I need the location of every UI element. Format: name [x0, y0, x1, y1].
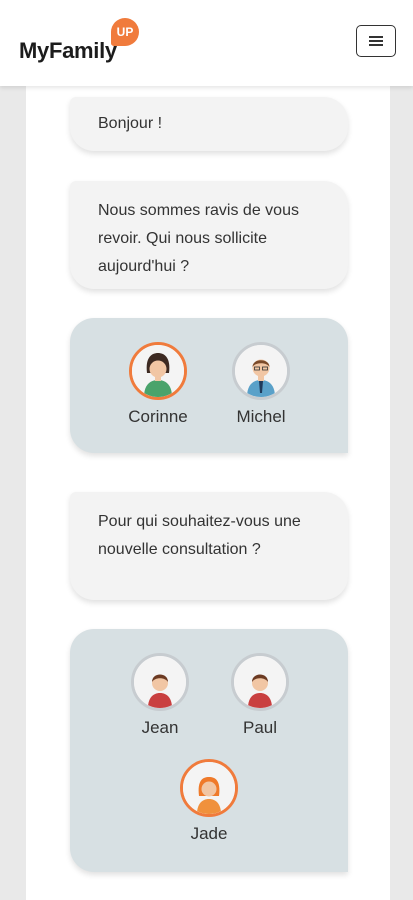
- person-name: Paul: [242, 718, 278, 737]
- avatar-boy-icon: [131, 653, 189, 711]
- person-name: Jean: [141, 718, 179, 737]
- avatar-boy-icon: [231, 653, 289, 711]
- app-header: MyFamily UP: [0, 0, 413, 86]
- menu-button[interactable]: [356, 25, 396, 57]
- bot-message-greeting: Bonjour !: [70, 97, 348, 151]
- logo-badge: UP: [111, 18, 139, 46]
- avatar-female-icon: [129, 342, 187, 400]
- requester-choice-card: Corinne Michel: [70, 318, 348, 453]
- bot-message-who: Nous sommes ravis de vous revoir. Qui no…: [70, 181, 348, 289]
- person-option-jade[interactable]: Jade: [169, 759, 249, 844]
- message-text: Bonjour !: [98, 115, 163, 132]
- bot-message-patient: Pour qui souhaitez-vous une nouvelle con…: [70, 492, 348, 600]
- message-text: Nous sommes ravis de vous revoir. Qui no…: [98, 202, 299, 275]
- logo[interactable]: MyFamily: [19, 38, 117, 64]
- message-text: Pour qui souhaitez-vous une nouvelle con…: [98, 513, 301, 558]
- person-option-jean[interactable]: Jean: [120, 653, 200, 738]
- person-option-paul[interactable]: Paul: [220, 653, 300, 738]
- person-option-corinne[interactable]: Corinne: [118, 342, 198, 427]
- person-option-michel[interactable]: Michel: [221, 342, 301, 427]
- person-name: Jade: [190, 824, 228, 843]
- patient-choice-card: Jean Paul Jade: [70, 629, 348, 872]
- person-name: Michel: [236, 407, 286, 426]
- avatar-male-icon: [232, 342, 290, 400]
- hamburger-icon: [369, 36, 383, 46]
- avatar-girl-icon: [180, 759, 238, 817]
- person-name: Corinne: [128, 407, 188, 426]
